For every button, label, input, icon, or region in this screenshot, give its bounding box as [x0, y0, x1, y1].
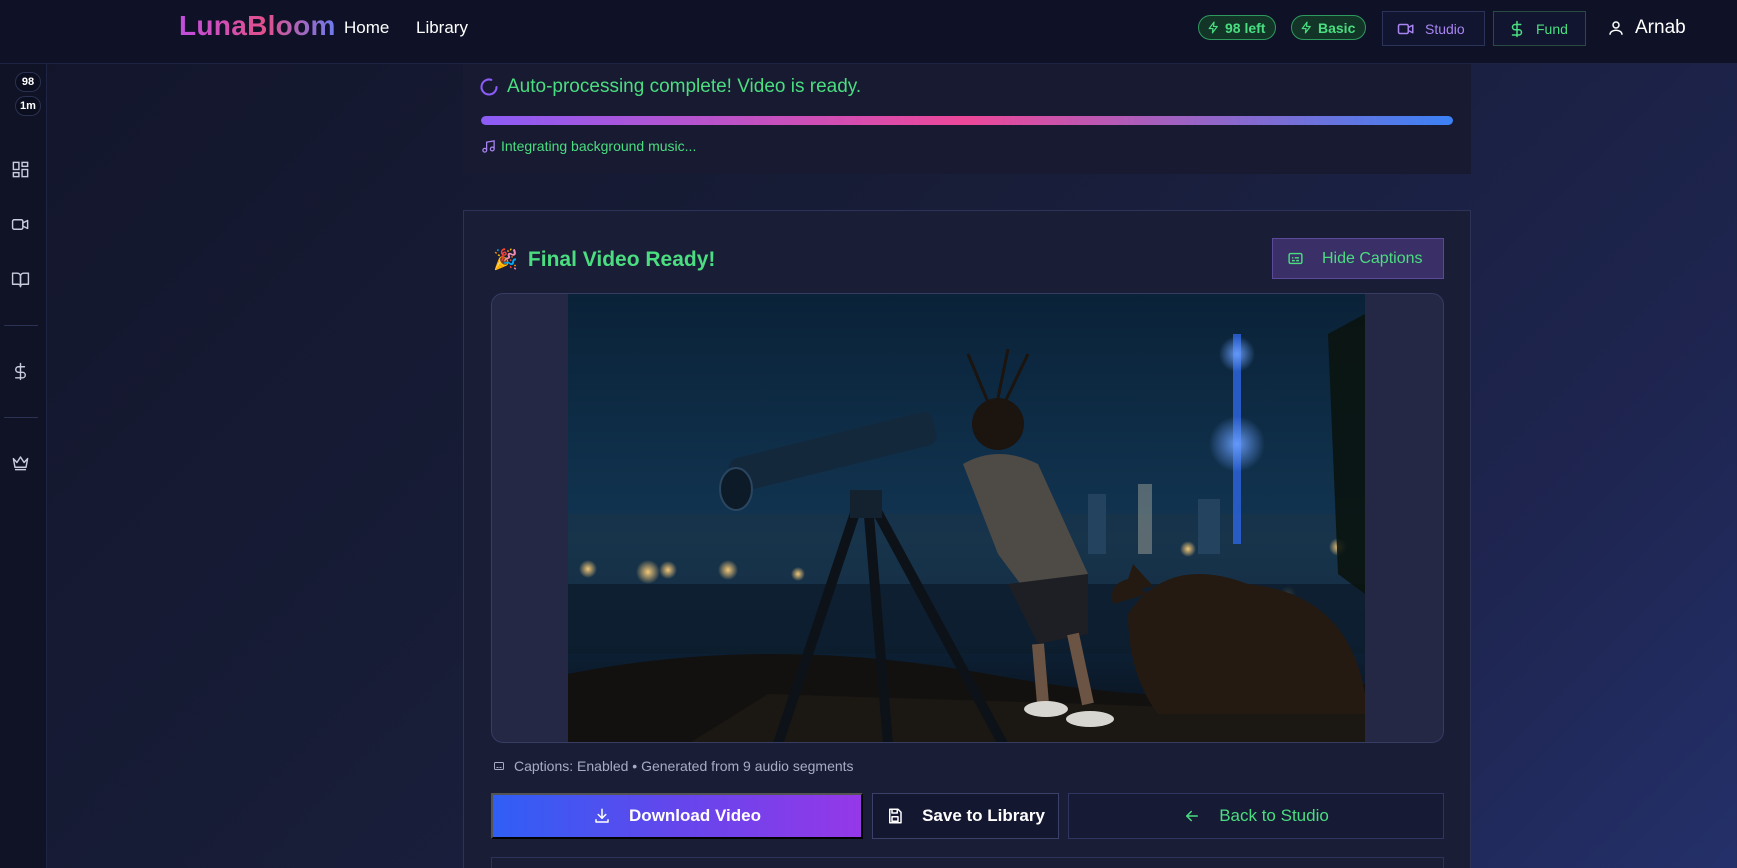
action-buttons: Download Video Save to Library Back to S…	[491, 793, 1444, 839]
video-player[interactable]	[491, 293, 1444, 743]
lightning-icon	[1208, 21, 1218, 34]
captions-icon	[494, 762, 504, 770]
processing-step: Integrating background music...	[481, 138, 696, 154]
sidebar-divider	[4, 417, 38, 418]
studio-button-label: Studio	[1425, 20, 1465, 37]
nav-link-home[interactable]: Home	[344, 18, 389, 38]
video-camera-icon[interactable]	[11, 215, 30, 234]
spinner-icon	[480, 78, 498, 96]
sidebar-credits-badge: 98	[15, 72, 41, 92]
user-menu[interactable]: Arnab	[1607, 17, 1686, 39]
captions-icon	[1288, 252, 1303, 265]
lightning-icon	[1301, 21, 1311, 34]
dashboard-icon[interactable]	[11, 160, 30, 179]
credits-left-text: 98 left	[1225, 19, 1266, 36]
video-thumbnail[interactable]	[568, 294, 1365, 743]
user-icon	[1609, 21, 1623, 35]
back-to-studio-button[interactable]: Back to Studio	[1068, 793, 1444, 839]
dollar-icon[interactable]	[11, 362, 30, 381]
save-to-library-label: Save to Library	[922, 806, 1045, 825]
caption-status-text: Captions: Enabled • Generated from 9 aud…	[514, 758, 854, 774]
hide-captions-label: Hide Captions	[1322, 249, 1423, 267]
save-to-library-button[interactable]: Save to Library	[872, 793, 1059, 839]
processing-status: Auto-processing complete! Video is ready…	[479, 76, 861, 98]
fund-button[interactable]: Fund	[1493, 11, 1586, 46]
sidebar-time-badge: 1m	[15, 96, 41, 116]
download-video-label: Download Video	[629, 806, 761, 825]
nav-link-library[interactable]: Library	[416, 18, 468, 38]
sidebar-divider	[4, 325, 38, 326]
final-video-title: Final Video Ready!	[527, 247, 716, 271]
back-to-studio-label: Back to Studio	[1219, 806, 1329, 825]
video-camera-icon	[1397, 23, 1414, 34]
crown-icon[interactable]	[11, 453, 30, 472]
processing-panel: Auto-processing complete! Video is ready…	[463, 64, 1471, 174]
final-video-card: 🎉 Final Video Ready! Hide Captions Capti…	[463, 210, 1471, 868]
next-section-edge	[491, 857, 1444, 868]
user-name: Arnab	[1635, 17, 1686, 38]
party-popper-icon: 🎉	[493, 249, 518, 271]
arrow-left-icon	[1186, 810, 1199, 822]
music-note-icon	[482, 139, 495, 153]
dollar-icon	[1511, 20, 1523, 37]
processing-status-text: Auto-processing complete! Video is ready…	[507, 76, 862, 97]
download-video-button[interactable]: Download Video	[491, 793, 863, 839]
left-sidebar: 98 1m	[0, 64, 47, 868]
progress-bar-fill	[481, 116, 1453, 125]
fund-button-label: Fund	[1536, 20, 1568, 37]
book-icon[interactable]	[11, 270, 30, 289]
brand-logo[interactable]: LunaBloom	[179, 10, 336, 42]
progress-bar	[481, 116, 1453, 125]
plan-text: Basic	[1318, 19, 1356, 36]
card-title: 🎉 Final Video Ready!	[493, 247, 715, 272]
studio-button[interactable]: Studio	[1382, 11, 1485, 46]
hide-captions-button[interactable]: Hide Captions	[1272, 238, 1444, 279]
top-navbar: LunaBloom Home Library 98 left Basic Stu…	[0, 0, 1737, 64]
credits-left-badge: 98 left	[1198, 15, 1277, 40]
caption-status: Captions: Enabled • Generated from 9 aud…	[493, 758, 854, 774]
download-icon	[595, 808, 609, 823]
save-icon	[889, 808, 902, 824]
processing-step-text: Integrating background music...	[501, 138, 697, 154]
plan-badge: Basic	[1291, 15, 1367, 40]
